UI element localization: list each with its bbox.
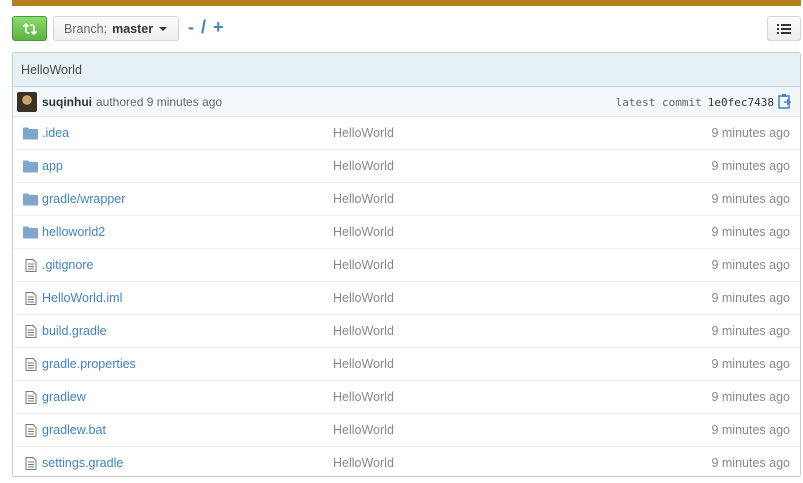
list-icon xyxy=(777,23,791,34)
new-file-button[interactable]: + xyxy=(213,17,225,37)
commit-message-link[interactable]: HelloWorld xyxy=(333,159,394,173)
commit-age: 9 minutes ago xyxy=(711,258,790,272)
breadcrumb: - / + xyxy=(188,17,225,38)
commit-age: 9 minutes ago xyxy=(711,225,790,239)
file-row: gradlew.bat HelloWorld 9 minutes ago xyxy=(13,414,800,447)
file-name-link[interactable]: gradle/wrapper xyxy=(42,192,125,206)
authored-time: authored 9 minutes ago xyxy=(96,94,223,109)
file-name-link[interactable]: gradle.properties xyxy=(42,357,136,371)
commit-age: 9 minutes ago xyxy=(711,357,790,371)
breadcrumb-separator: / xyxy=(201,17,208,37)
commit-message-link[interactable]: HelloWorld xyxy=(333,225,394,239)
file-row: .gitignore HelloWorld 9 minutes ago xyxy=(13,249,800,282)
branch-select-button[interactable]: Branch: master xyxy=(53,16,179,41)
commit-message-link[interactable]: HelloWorld xyxy=(333,357,394,371)
clipboard-icon[interactable] xyxy=(778,93,792,109)
file-rows: .idea HelloWorld 9 minutes ago app HelloWorl… xyxy=(13,117,800,476)
file-row: HelloWorld.iml HelloWorld 9 minutes ago xyxy=(13,282,800,315)
commit-age: 9 minutes ago xyxy=(711,390,790,404)
commit-age: 9 minutes ago xyxy=(711,126,790,140)
commit-author[interactable]: suqinhui xyxy=(42,95,92,109)
file-icon xyxy=(25,457,37,470)
file-row: build.gradle HelloWorld 9 minutes ago xyxy=(13,315,800,348)
commit-message-link[interactable]: HelloWorld xyxy=(333,192,394,206)
branch-name: master xyxy=(112,21,154,36)
file-name-link[interactable]: helloworld2 xyxy=(42,225,105,239)
file-name-link[interactable]: settings.gradle xyxy=(42,456,123,470)
file-row: gradle.properties HelloWorld 9 minutes ago xyxy=(13,348,800,381)
file-icon xyxy=(25,259,37,272)
commit-message-link[interactable]: HelloWorld xyxy=(333,258,394,272)
commit-message-link[interactable]: HelloWorld xyxy=(333,324,394,338)
latest-commit-label: latest commit xyxy=(615,96,702,109)
commit-age: 9 minutes ago xyxy=(711,192,790,206)
file-row: helloworld2 HelloWorld 9 minutes ago xyxy=(13,216,800,249)
file-name-link[interactable]: gradlew xyxy=(42,390,86,404)
file-row: gradle/wrapper HelloWorld 9 minutes ago xyxy=(13,183,800,216)
commit-message-link[interactable]: HelloWorld xyxy=(333,291,394,305)
commit-message-link[interactable]: HelloWorld xyxy=(333,126,394,140)
file-name-link[interactable]: app xyxy=(42,159,63,173)
commit-message[interactable]: HelloWorld xyxy=(21,63,82,77)
commit-sha-link[interactable]: 1e0fec7438 xyxy=(708,96,774,109)
commit-age: 9 minutes ago xyxy=(711,324,790,338)
folder-icon xyxy=(23,193,38,206)
chevron-down-icon xyxy=(159,27,168,31)
commit-meta: suqinhui authored 9 minutes ago latest c… xyxy=(13,87,800,117)
commit-message-link[interactable]: HelloWorld xyxy=(333,456,394,470)
file-navigation-toolbar: Branch: master - / + xyxy=(12,16,801,42)
file-name-link[interactable]: .idea xyxy=(42,126,69,140)
avatar[interactable] xyxy=(17,91,37,112)
file-icon xyxy=(25,424,37,437)
compare-button[interactable] xyxy=(12,16,47,41)
top-accent-bar xyxy=(12,0,801,6)
file-icon xyxy=(25,358,37,371)
commit-age: 9 minutes ago xyxy=(711,456,790,470)
view-list-button[interactable] xyxy=(767,16,801,41)
file-icon xyxy=(25,292,37,305)
file-row: gradlew HelloWorld 9 minutes ago xyxy=(13,381,800,414)
compare-icon xyxy=(22,22,37,35)
branch-label: Branch: xyxy=(64,21,108,36)
file-name-link[interactable]: gradlew.bat xyxy=(42,423,106,437)
file-icon xyxy=(25,391,37,404)
commit-message-link[interactable]: HelloWorld xyxy=(333,390,394,404)
file-name-link[interactable]: HelloWorld.iml xyxy=(42,291,122,305)
commit-message-link[interactable]: HelloWorld xyxy=(333,423,394,437)
file-row: app HelloWorld 9 minutes ago xyxy=(13,150,800,183)
file-row: settings.gradle HelloWorld 9 minutes ago xyxy=(13,447,800,476)
latest-commit-info: latest commit 1e0fec7438 xyxy=(616,96,774,109)
commit-age: 9 minutes ago xyxy=(711,159,790,173)
file-icon xyxy=(25,325,37,338)
commit-title: HelloWorld xyxy=(13,53,800,87)
folder-icon xyxy=(23,160,38,173)
file-row: .idea HelloWorld 9 minutes ago xyxy=(13,117,800,150)
folder-icon xyxy=(23,226,38,239)
commit-age: 9 minutes ago xyxy=(711,291,790,305)
commit-age: 9 minutes ago xyxy=(711,423,790,437)
folder-icon xyxy=(23,127,38,140)
file-listing: HelloWorld suqinhui authored 9 minutes a… xyxy=(12,52,801,477)
file-name-link[interactable]: build.gradle xyxy=(42,324,107,338)
breadcrumb-root-link[interactable]: - xyxy=(188,17,195,37)
file-name-link[interactable]: .gitignore xyxy=(42,258,93,272)
